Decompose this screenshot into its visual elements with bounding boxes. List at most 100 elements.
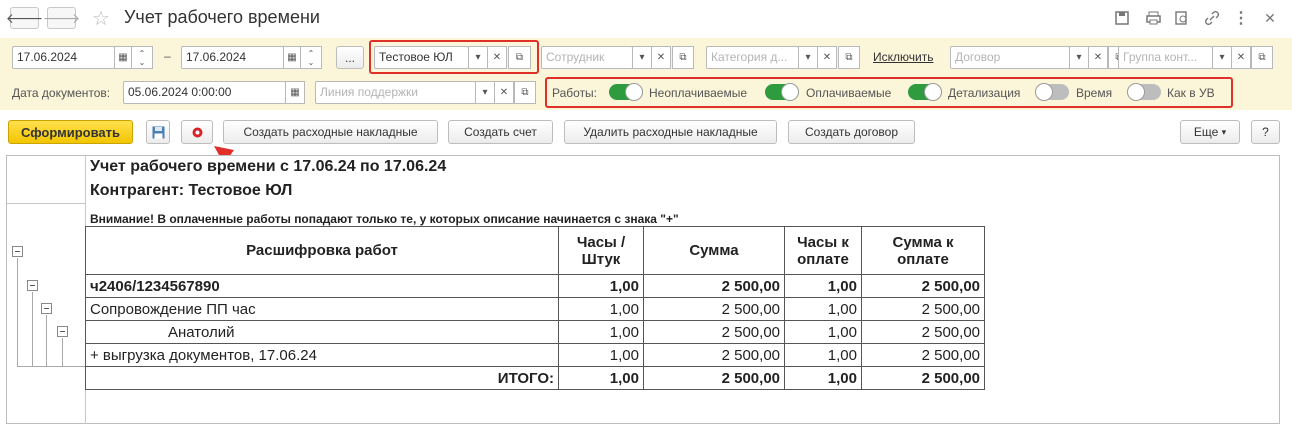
- clear-icon[interactable]: ✕: [1231, 46, 1251, 69]
- clear-icon[interactable]: ✕: [817, 46, 837, 69]
- col-hours-header: Часы / Штук: [558, 226, 644, 275]
- row-hours: 1,00: [558, 297, 644, 321]
- row-hours: 1,00: [558, 274, 644, 298]
- row-name[interactable]: Сопровождение ПП час: [85, 297, 559, 321]
- delete-invoices-button[interactable]: Удалить расходные накладные: [564, 120, 777, 144]
- row-spay: 2 500,00: [861, 343, 985, 367]
- link-icon[interactable]: [1204, 10, 1220, 26]
- chevron-down-icon[interactable]: ▾: [468, 46, 488, 69]
- group-collapse-icon[interactable]: [12, 246, 23, 257]
- open-icon[interactable]: ⧉: [514, 81, 536, 104]
- col-spay-header-line2: оплате: [897, 250, 949, 268]
- table-row: + выгрузка документов, 17.06.24 1,00 2 5…: [85, 343, 985, 367]
- tree-line: [32, 292, 33, 366]
- help-button[interactable]: ?: [1251, 120, 1280, 144]
- forward-button[interactable]: 🡒: [43, 7, 80, 29]
- clear-icon[interactable]: ✕: [487, 46, 507, 69]
- support-line-field[interactable]: Линия поддержки: [315, 81, 476, 104]
- clear-icon[interactable]: ✕: [1088, 46, 1108, 69]
- open-icon[interactable]: ⧉: [508, 46, 531, 69]
- open-icon[interactable]: ⧉: [672, 46, 694, 69]
- row-hpay: 1,00: [784, 320, 862, 344]
- chevron-down-icon: ▾: [1221, 126, 1227, 137]
- clear-icon[interactable]: ✕: [651, 46, 671, 69]
- date-from-field[interactable]: 17.06.2024: [12, 46, 115, 69]
- save-report-button[interactable]: [146, 120, 170, 144]
- report-warning: Внимание! В оплаченные работы попадают т…: [90, 212, 679, 226]
- category-field[interactable]: Категория д...: [706, 46, 799, 69]
- group-collapse-icon[interactable]: [27, 280, 38, 291]
- col-work-header: Расшифровка работ: [85, 226, 559, 275]
- chevron-down-icon[interactable]: ▾: [632, 46, 652, 69]
- close-icon[interactable]: ✕: [1262, 10, 1278, 26]
- col-hours-header-line1: Часы /: [576, 233, 626, 251]
- row-spay: 2 500,00: [861, 320, 985, 344]
- works-label: Работы:: [552, 86, 598, 100]
- floppy-icon: [152, 126, 164, 138]
- period-select-button[interactable]: ...: [336, 46, 364, 69]
- toggle-as-in-uv[interactable]: [1127, 83, 1161, 101]
- chevron-down-icon[interactable]: ▾: [798, 46, 818, 69]
- report-table: Расшифровка работ Часы / Штук Сумма Часы …: [85, 226, 985, 390]
- doc-date-field[interactable]: 05.06.2024 0:00:00: [123, 81, 286, 104]
- exclude-link[interactable]: Исключить: [873, 50, 933, 64]
- toggle-paid-label: Оплачиваемые: [806, 86, 892, 100]
- more-button[interactable]: Еще ▾: [1180, 120, 1240, 144]
- group-field[interactable]: Группа конт...: [1118, 46, 1213, 69]
- print-icon[interactable]: [1145, 10, 1161, 26]
- chevron-down-icon[interactable]: ▾: [1069, 46, 1089, 69]
- calendar-icon[interactable]: ▦: [285, 81, 305, 104]
- org-field[interactable]: Тестовое ЮЛ: [374, 46, 469, 69]
- toggle-time-label: Время: [1076, 86, 1113, 100]
- table-total-row: ИТОГО: 1,00 2 500,00 1,00 2 500,00: [85, 366, 985, 390]
- total-label: ИТОГО:: [85, 366, 559, 390]
- total-spay: 2 500,00: [861, 366, 985, 390]
- col-hpay-header: Часы к оплате: [784, 226, 862, 275]
- col-sum-header: Сумма: [643, 226, 785, 275]
- create-contract-button[interactable]: Создать договор: [788, 120, 915, 144]
- tree-line: [46, 315, 47, 366]
- clear-icon[interactable]: ✕: [494, 81, 514, 104]
- create-bill-button[interactable]: Создать счет: [448, 120, 553, 144]
- row-sum: 2 500,00: [643, 343, 785, 367]
- toggle-time[interactable]: [1035, 83, 1069, 101]
- row-hours: 1,00: [558, 320, 644, 344]
- employee-field[interactable]: Сотрудник: [541, 46, 633, 69]
- date-to-field[interactable]: 17.06.2024: [181, 46, 284, 69]
- more-vertical-icon[interactable]: ⋮: [1233, 10, 1249, 27]
- report-title: Учет рабочего времени с 17.06.24 по 17.0…: [90, 158, 447, 175]
- group-collapse-icon[interactable]: [57, 326, 68, 337]
- toggle-detail[interactable]: [908, 83, 942, 101]
- chevron-down-icon[interactable]: ▾: [475, 81, 495, 104]
- toggle-unpaid[interactable]: [609, 83, 643, 101]
- back-button[interactable]: 🡐: [6, 7, 43, 29]
- toggle-paid[interactable]: [765, 83, 799, 101]
- date-from-stepper[interactable]: ⌃ ⌄: [131, 46, 153, 69]
- calendar-icon[interactable]: ▦: [283, 46, 301, 69]
- toggle-detail-label: Детализация: [948, 86, 1021, 100]
- date-to-stepper[interactable]: ⌃ ⌄: [300, 46, 322, 69]
- col-hpay-header-line1: Часы к: [797, 233, 849, 251]
- table-row: Сопровождение ПП час 1,00 2 500,00 1,00 …: [85, 297, 985, 321]
- contract-field[interactable]: Договор: [950, 46, 1070, 69]
- row-name[interactable]: Анатолий: [85, 320, 559, 344]
- preview-icon[interactable]: [1174, 10, 1190, 26]
- col-hpay-header-line2: оплате: [797, 250, 849, 268]
- star-icon[interactable]: ☆: [92, 6, 110, 31]
- arrow-right-icon: 🡒: [42, 9, 81, 26]
- row-hpay: 1,00: [784, 274, 862, 298]
- col-spay-header: Сумма к оплате: [861, 226, 985, 275]
- calendar-icon[interactable]: ▦: [114, 46, 132, 69]
- row-name[interactable]: + выгрузка документов, 17.06.24: [85, 343, 559, 367]
- open-icon[interactable]: ⧉: [1251, 46, 1273, 69]
- open-icon[interactable]: ⧉: [838, 46, 860, 69]
- group-collapse-icon[interactable]: [41, 303, 52, 314]
- total-sum: 2 500,00: [643, 366, 785, 390]
- row-name[interactable]: ч2406/1234567890: [85, 274, 559, 298]
- generate-button[interactable]: Сформировать: [8, 120, 133, 144]
- row-sum: 2 500,00: [643, 320, 785, 344]
- table-header-row: Расшифровка работ Часы / Штук Сумма Часы …: [85, 226, 985, 275]
- chevron-down-icon[interactable]: ▾: [1212, 46, 1232, 69]
- table-row: ч2406/1234567890 1,00 2 500,00 1,00 2 50…: [85, 274, 985, 298]
- save-icon[interactable]: [1114, 10, 1130, 26]
